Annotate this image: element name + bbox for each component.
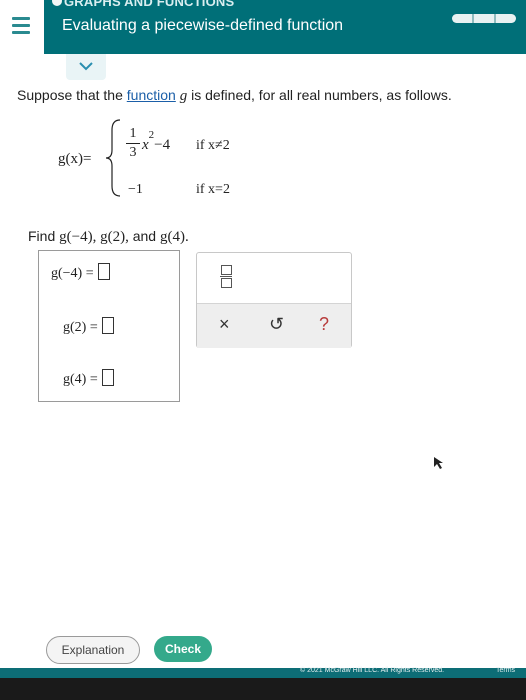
answer-label: g(4) = xyxy=(63,372,98,387)
topic-status-icon xyxy=(52,0,62,6)
case1-variable: x xyxy=(142,137,149,153)
fraction-icon-box xyxy=(221,265,232,275)
answer-panel: g(−4) = g(2) = g(4) = xyxy=(38,250,180,402)
answer-input-g-neg4[interactable] xyxy=(97,263,110,280)
terms-link[interactable]: Terms xyxy=(496,667,515,674)
header-bar: GRAPHS AND FUNCTIONS Evaluating a piecew… xyxy=(0,0,526,54)
find-prefix: Find xyxy=(28,228,56,244)
progress-segment xyxy=(472,14,474,23)
fraction-one-third: 1 3 xyxy=(126,126,140,161)
fraction-icon-box xyxy=(221,278,232,288)
mouse-cursor-icon xyxy=(434,457,443,469)
undo-icon[interactable]: ↺ xyxy=(269,314,284,335)
find-instruction: Find g(−4), g(2), and g(4). xyxy=(28,228,189,246)
topic-label: GRAPHS AND FUNCTIONS xyxy=(64,0,235,9)
answer-input-g-4[interactable] xyxy=(101,369,114,386)
progress-segment xyxy=(494,14,496,23)
menu-icon xyxy=(12,17,30,20)
case2-expression: −1 xyxy=(128,182,143,197)
fraction-icon[interactable] xyxy=(220,265,232,289)
answer-row: g(−4) = xyxy=(51,263,110,282)
check-button[interactable]: Check xyxy=(154,636,212,662)
question-prefix: Suppose that the xyxy=(17,87,123,103)
toolbar-actions: × ↺ ? xyxy=(197,303,351,348)
question-text: Suppose that the function g is defined, … xyxy=(17,87,452,105)
chevron-down-icon xyxy=(79,62,93,71)
screen-bottom-edge xyxy=(0,678,526,700)
fraction-icon-bar xyxy=(220,276,232,277)
fraction-bar xyxy=(126,143,140,144)
explanation-button[interactable]: Explanation xyxy=(46,636,140,664)
answer-input-g-2[interactable] xyxy=(101,317,114,334)
case1-rest: −4 xyxy=(154,137,171,153)
math-toolbar: × ↺ ? xyxy=(196,252,352,348)
answer-row: g(4) = xyxy=(63,369,114,388)
case1-exponent: 2 xyxy=(148,129,155,141)
fraction-denominator: 3 xyxy=(129,145,137,160)
case2-condition: if x=2 xyxy=(196,182,230,197)
question-suffix: is defined, for all real numbers, as fol… xyxy=(191,87,452,103)
answer-label: g(2) = xyxy=(63,320,98,335)
answer-row: g(2) = xyxy=(63,317,114,336)
answer-label: g(−4) = xyxy=(51,266,94,281)
copyright-text: © 2021 McGraw Hill LLC. All Rights Reser… xyxy=(300,667,445,674)
menu-icon-line xyxy=(12,24,30,27)
fraction-numerator: 1 xyxy=(129,126,137,141)
function-lhs: g(x)= xyxy=(58,151,92,167)
collapse-area xyxy=(0,54,526,84)
find-items: g(−4), g(2), xyxy=(59,229,129,245)
collapse-button[interactable] xyxy=(66,54,106,80)
find-and: and xyxy=(132,228,157,244)
menu-button[interactable] xyxy=(0,0,44,54)
help-icon[interactable]: ? xyxy=(319,314,329,335)
find-last: g(4). xyxy=(159,229,189,245)
left-brace-icon xyxy=(105,119,121,197)
menu-icon-line xyxy=(12,31,30,34)
progress-bar xyxy=(452,14,516,23)
footer-bar: © 2021 McGraw Hill LLC. All Rights Reser… xyxy=(0,667,526,678)
function-link[interactable]: function xyxy=(127,87,176,103)
clear-icon[interactable]: × xyxy=(219,314,230,335)
page-title: Evaluating a piecewise-defined function xyxy=(62,17,344,34)
question-variable: g xyxy=(179,88,188,104)
case1-condition: if x≠2 xyxy=(196,138,230,153)
case1-expression: x2−4 xyxy=(142,129,171,154)
